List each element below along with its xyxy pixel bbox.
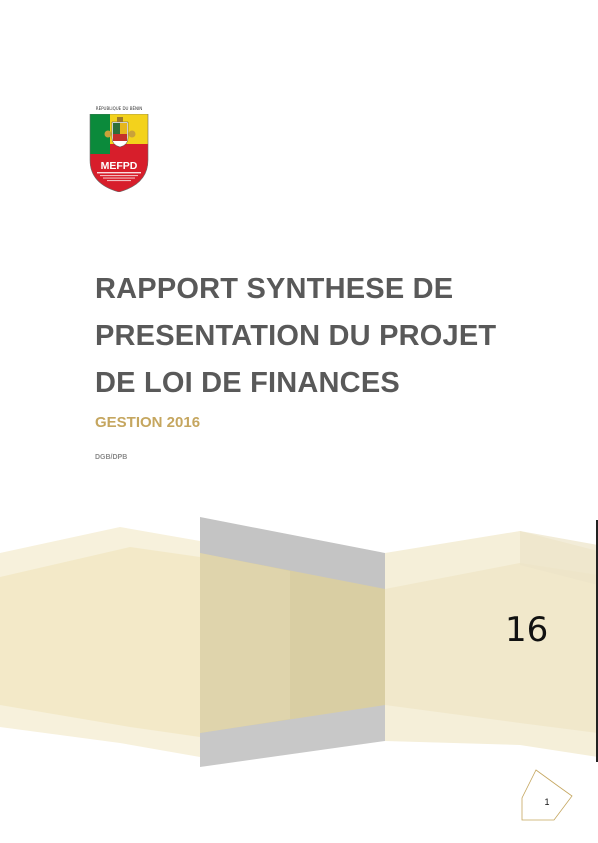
department-label: DGB/DPB	[95, 454, 128, 461]
document-subtitle: GESTION 2016	[95, 414, 201, 431]
title-line-2: PRESENTATION DU PROJET	[95, 320, 497, 352]
title-line-1: RAPPORT SYNTHESE DE	[95, 273, 454, 305]
page-number-frame	[521, 769, 573, 821]
title-line-3: DE LOI DE FINANCES	[95, 367, 400, 399]
page-number: 1	[544, 797, 550, 807]
document-page: RÉPUBLIQUE DU BÉNIN MEFPD RAPPORT SYNTHE…	[0, 0, 598, 843]
document-title: RAPPORT SYNTHESE DE PRESENTATION DU PROJ…	[95, 266, 565, 407]
logo-acronym: MEFPD	[101, 160, 138, 172]
coat-of-arms-icon: MEFPD	[89, 114, 149, 192]
year-number: 16	[505, 610, 549, 650]
logo-country-label: RÉPUBLIQUE DU BÉNIN	[95, 106, 143, 111]
ministry-logo: RÉPUBLIQUE DU BÉNIN MEFPD	[88, 104, 150, 192]
